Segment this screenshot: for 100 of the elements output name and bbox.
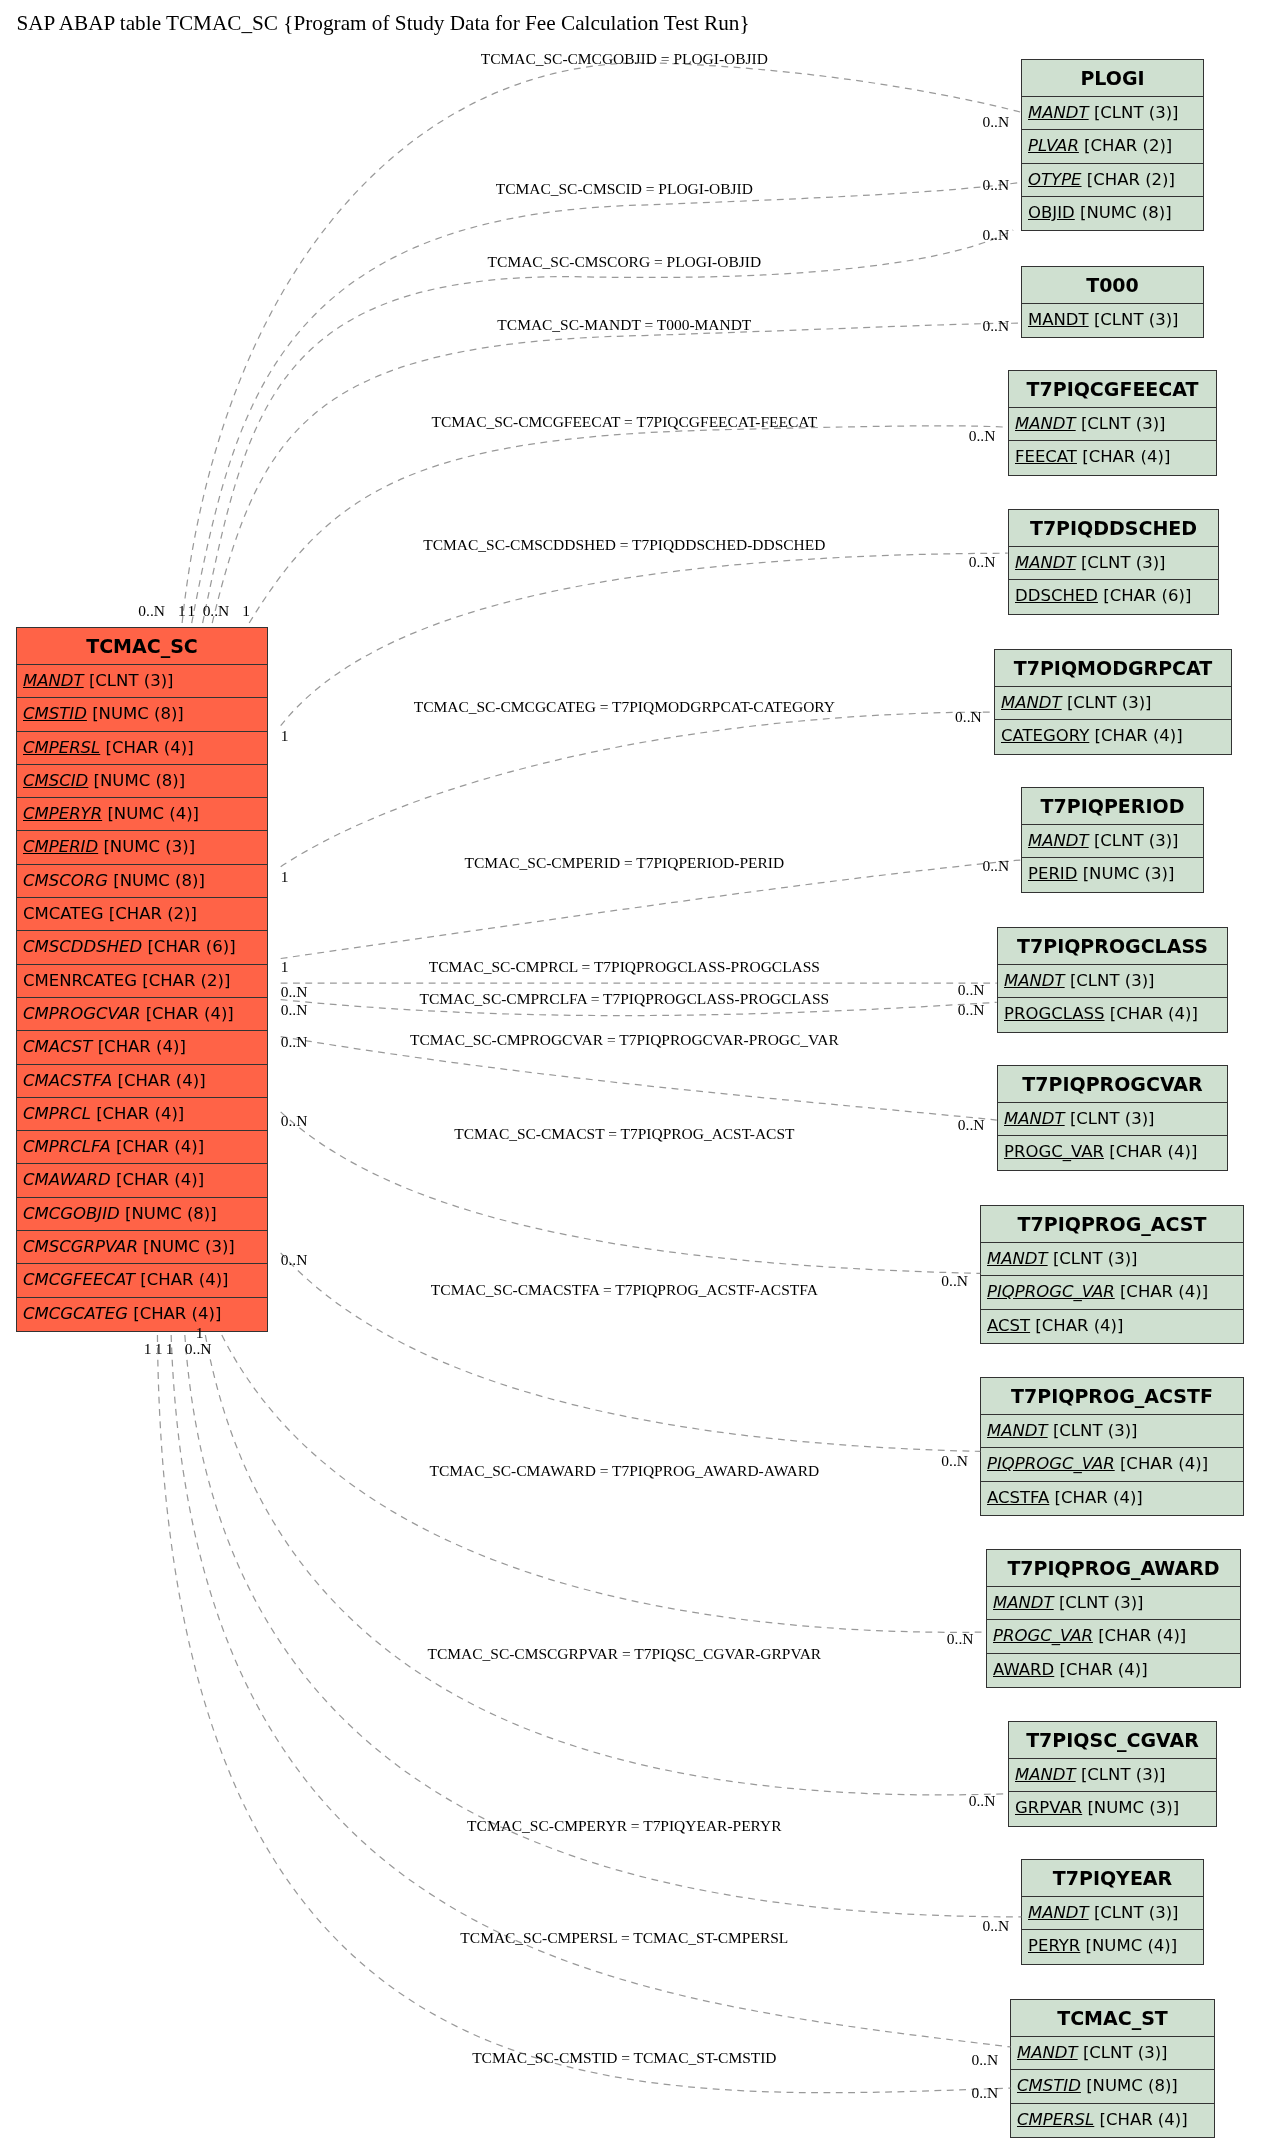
cardinality-label: 0..N (202, 602, 230, 620)
relationship-label: TCMAC_SC-CMCGCATEG = T7PIQMODGRPCAT-CATEGORY (413, 698, 835, 716)
table-field: PERID [NUMC (3)] (1022, 858, 1203, 892)
relationship-label: TCMAC_SC-CMSTID = TCMAC_ST-CMSTID (472, 2049, 777, 2067)
relationship-label: TCMAC_SC-CMPERSL = TCMAC_ST-CMPERSL (460, 1928, 789, 1946)
cardinality-label: 0..N (280, 1000, 308, 1018)
relationship-label: TCMAC_SC-CMPRCL = T7PIQPROGCLASS-PROGCLASS (428, 958, 820, 976)
table-field: PIQPROGC_VAR [CHAR (4)] (981, 1276, 1243, 1310)
cardinality-label: 0..N (957, 981, 985, 999)
table-name: T7PIQYEAR (1022, 1860, 1203, 1897)
table-field: MANDT [CLNT (3)] (987, 1587, 1240, 1621)
table-field: MANDT [CLNT (3)] (998, 1103, 1227, 1137)
relationship-label: TCMAC_SC-MANDT = T000-MANDT (497, 316, 752, 334)
table-field: CMSCORG [NUMC (8)] (17, 864, 267, 899)
relationship-label: TCMAC_SC-CMPERID = T7PIQPERIOD-PERID (464, 854, 785, 872)
relationship-label: TCMAC_SC-CMSCORG = PLOGI-OBJID (487, 253, 762, 271)
cardinality-label: 0..N (982, 113, 1010, 131)
table-field: MANDT [CLNT (3)] (998, 965, 1227, 999)
table-name: T7PIQPERIOD (1022, 788, 1203, 825)
table-field: ACSTFA [CHAR (4)] (981, 1481, 1243, 1515)
cardinality-label: 0..N (138, 602, 165, 620)
table-field: CMACST [CHAR (4)] (17, 1031, 267, 1065)
table-field: CMCATEG [CHAR (2)] (17, 898, 267, 932)
relationship-label: TCMAC_SC-CMPROGCVAR = T7PIQPROGCVAR-PROGC_VAR (409, 1030, 839, 1048)
table-field: CMPRCL [CHAR (4)] (17, 1097, 267, 1132)
table-field: CMSTID [NUMC (8)] (17, 698, 267, 732)
relationship-label: TCMAC_SC-CMCGFEECAT = T7PIQCGFEECAT-FEECAT (431, 413, 818, 431)
table-field: CMPROGCVAR [CHAR (4)] (17, 997, 267, 1032)
table-field: PLVAR [CHAR (2)] (1022, 130, 1203, 164)
table-field: CMPERID [NUMC (3)] (17, 831, 267, 865)
table-name: T7PIQDDSCHED (1009, 510, 1218, 547)
cardinality-label: 0..N (982, 856, 1010, 874)
cardinality-label: 0..N (280, 982, 308, 1000)
table-field: CMSCGRPVAR [NUMC (3)] (17, 1231, 267, 1265)
table-field: OTYPE [CHAR (2)] (1022, 163, 1203, 197)
relationship-label: TCMAC_SC-CMACSTFA = T7PIQPROG_ACSTF-ACSTFA (430, 1281, 818, 1299)
relationship-label: TCMAC_SC-CMCGOBJID = PLOGI-OBJID (480, 50, 768, 68)
table-field: PROGCLASS [CHAR (4)] (998, 998, 1227, 1032)
table-field: PROGC_VAR [CHAR (4)] (987, 1620, 1240, 1654)
table-name: T7PIQPROG_ACST (981, 1206, 1243, 1243)
table-name: T7PIQPROG_ACSTF (981, 1378, 1243, 1415)
table-field: CMSCDDSHED [CHAR (6)] (17, 931, 267, 965)
cardinality-label: 0..N (957, 1115, 985, 1133)
cardinality-label: 0..N (971, 2050, 999, 2068)
table-field: MANDT [CLNT (3)] (1022, 1897, 1203, 1931)
table-field: CMSTID [NUMC (8)] (1011, 2070, 1214, 2104)
cardinality-label: 1 (143, 1340, 152, 1358)
table-field: MANDT [CLNT (3)] (981, 1243, 1243, 1277)
cardinality-label: 0..N (280, 1251, 308, 1269)
table-field: CMPERSL [CHAR (4)] (1011, 2103, 1214, 2137)
cardinality-label: 0..N (968, 426, 996, 444)
cardinality-label: 0..N (184, 1340, 212, 1358)
cardinality-label: 1 (242, 602, 251, 620)
cardinality-label: 0..N (982, 1916, 1010, 1934)
table-name: TCMAC_SC (17, 628, 267, 665)
table-field: CMENRCATEG [CHAR (2)] (17, 964, 267, 998)
table-field: PROGC_VAR [CHAR (4)] (998, 1136, 1227, 1170)
cardinality-label: 1 (178, 602, 186, 620)
cardinality-label: 0..N (982, 176, 1010, 194)
cardinality-label: 0..N (968, 1792, 996, 1809)
cardinality-label: 0..N (957, 1000, 985, 1018)
relationship-label: TCMAC_SC-CMSCDDSHED = T7PIQDDSCHED-DDSCHED (423, 536, 826, 554)
cardinality-label: 0..N (280, 1033, 308, 1051)
table-field: MANDT [CLNT (3)] (1022, 304, 1203, 338)
table-name: T000 (1022, 267, 1203, 304)
table-field: CMCGFEECAT [CHAR (4)] (17, 1264, 267, 1298)
table-field: MANDT [CLNT (3)] (1022, 97, 1203, 131)
table-field: CMACSTFA [CHAR (4)] (17, 1064, 267, 1098)
table-name: PLOGI (1022, 60, 1203, 97)
table-field: MANDT [CLNT (3)] (1011, 2037, 1214, 2071)
cardinality-label: 0..N (982, 317, 1010, 335)
relationship-label: TCMAC_SC-CMSCGRPVAR = T7PIQSC_CGVAR-GRPVAR (427, 1645, 822, 1663)
relationship-label: TCMAC_SC-CMAWARD = T7PIQPROG_AWARD-AWARD (429, 1462, 820, 1480)
diagram-title: SAP ABAP table TCMAC_SC {Program of Study Data for Fee Calculation Test Run} (16, 11, 750, 36)
cardinality-label: 1 (187, 602, 196, 620)
table-field: MANDT [CLNT (3)] (1009, 408, 1216, 442)
table-field: CMAWARD [CHAR (4)] (17, 1164, 267, 1198)
table-field: AWARD [CHAR (4)] (987, 1653, 1240, 1687)
table-name: T7PIQCGFEECAT (1009, 371, 1216, 408)
table-name: T7PIQMODGRPCAT (995, 650, 1231, 687)
cardinality-label: 0..N (941, 1271, 968, 1289)
table-name: T7PIQSC_CGVAR (1009, 1722, 1216, 1759)
cardinality-label: 0..N (971, 2083, 999, 2101)
table-field: CMCGOBJID [NUMC (8)] (17, 1197, 267, 1232)
table-name: TCMAC_ST (1011, 2000, 1214, 2037)
cardinality-label: 0..N (946, 1630, 974, 1648)
table-name: T7PIQPROG_AWARD (987, 1550, 1240, 1587)
table-field: MANDT [CLNT (3)] (17, 665, 267, 699)
relationship-label: TCMAC_SC-CMPERYR = T7PIQYEAR-PERYR (467, 1816, 782, 1834)
cardinality-label: 0..N (941, 1452, 968, 1470)
table-field: MANDT [CLNT (3)] (1009, 547, 1218, 581)
table-field: DDSCHED [CHAR (6)] (1009, 580, 1218, 614)
table-field: FEECAT [CHAR (4)] (1009, 441, 1216, 475)
cardinality-label: 1 (280, 867, 289, 885)
table-field: ACST [CHAR (4)] (981, 1309, 1243, 1343)
table-field: OBJID [NUMC (8)] (1022, 196, 1203, 231)
table-field: GRPVAR [NUMC (3)] (1009, 1792, 1216, 1826)
table-field: MANDT [CLNT (3)] (995, 687, 1231, 721)
table-field: CMSCID [NUMC (8)] (17, 764, 267, 799)
table-field: CMPERSL [CHAR (4)] (17, 731, 267, 765)
